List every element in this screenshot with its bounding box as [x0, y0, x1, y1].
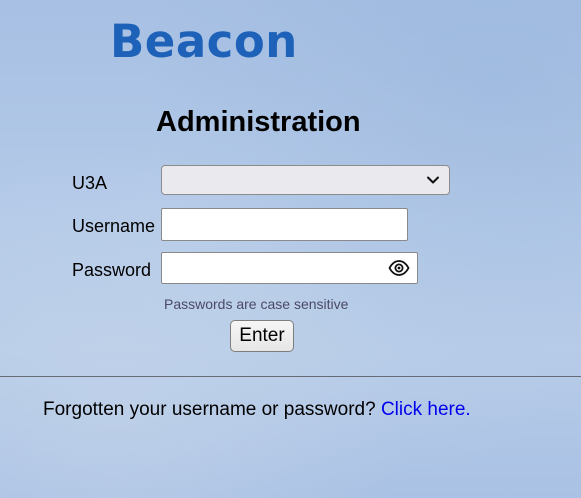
username-label: Username — [72, 216, 156, 236]
page-title: Administration — [156, 106, 361, 138]
u3a-label: U3A — [72, 173, 108, 193]
forgot-text: Forgotten your username or password? — [43, 399, 376, 420]
eye-icon[interactable] — [388, 259, 410, 277]
password-label: Password — [72, 260, 152, 280]
divider — [0, 376, 581, 377]
u3a-select[interactable] — [161, 165, 450, 195]
password-field — [161, 252, 418, 284]
forgot-credentials: Forgotten your username or password? Cli… — [43, 398, 471, 422]
enter-button[interactable]: Enter — [230, 320, 294, 352]
username-input[interactable] — [161, 208, 408, 241]
password-hint: Passwords are case sensitive — [164, 296, 349, 312]
password-input[interactable] — [162, 253, 382, 283]
beacon-logo: Beacon — [110, 15, 298, 68]
click-here-link[interactable]: Click here. — [381, 399, 471, 420]
chevron-down-icon — [427, 176, 439, 184]
